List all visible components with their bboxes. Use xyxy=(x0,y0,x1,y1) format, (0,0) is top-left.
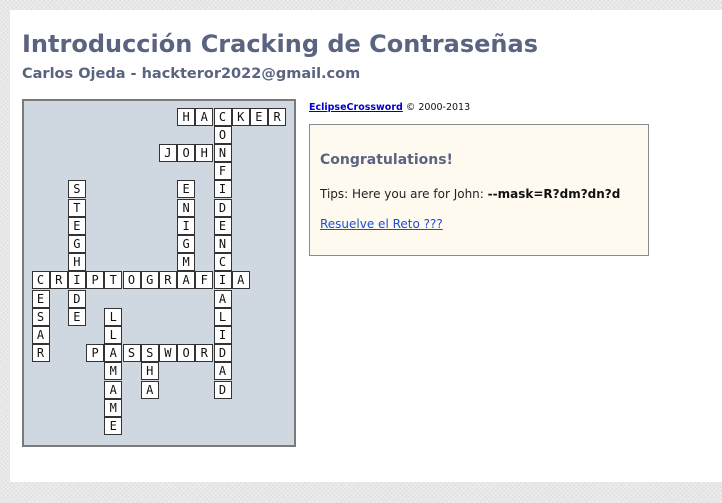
crossword-cell: O xyxy=(213,125,232,144)
crossword-cell: A xyxy=(177,271,196,290)
page-title: Introducción Cracking de Contraseñas xyxy=(22,30,538,58)
tips-prefix: Tips: Here you are for John: xyxy=(320,187,488,201)
crossword-cell: K xyxy=(231,107,250,126)
crossword-cell: N xyxy=(213,143,232,162)
crossword-cell: S xyxy=(122,344,141,363)
crossword-cell: R xyxy=(268,107,287,126)
crossword-cell: E xyxy=(213,216,232,235)
crossword-cell: E xyxy=(177,180,196,199)
crossword-cell: D xyxy=(213,380,232,399)
crossword-cell: W xyxy=(158,344,177,363)
crossword-cell: I xyxy=(177,216,196,235)
crossword-cell: N xyxy=(177,198,196,217)
crossword-cell: F xyxy=(195,271,214,290)
crossword-cell: G xyxy=(177,234,196,253)
crossword-cell: R xyxy=(195,344,214,363)
crossword-cell: G xyxy=(140,271,159,290)
crossword-cell: C xyxy=(31,271,50,290)
crossword-cell: P xyxy=(86,271,105,290)
crossword-cell: O xyxy=(177,143,196,162)
crossword-cell: G xyxy=(67,234,86,253)
crossword-cell: I xyxy=(213,180,232,199)
crossword-cell: R xyxy=(31,344,50,363)
crossword-cell: A xyxy=(213,289,232,308)
crossword-cell: A xyxy=(140,380,159,399)
crossword-cell: H xyxy=(67,253,86,272)
crossword-cell: T xyxy=(104,271,123,290)
crossword-cell: M xyxy=(177,253,196,272)
crossword-cell: P xyxy=(86,344,105,363)
crossword-cell: R xyxy=(158,271,177,290)
crossword-cell: C xyxy=(213,253,232,272)
crossword-cell: S xyxy=(140,344,159,363)
crossword-cell: A xyxy=(104,380,123,399)
congratulations-heading: Congratulations! xyxy=(320,152,453,168)
crossword-cell: E xyxy=(67,216,86,235)
crossword-cell: A xyxy=(195,107,214,126)
credit-line: EclipseCrossword © 2000-2013 xyxy=(309,102,470,113)
crossword-cell: A xyxy=(104,344,123,363)
crossword-cell: M xyxy=(104,398,123,417)
crossword-cell: N xyxy=(213,234,232,253)
crossword-cell: S xyxy=(67,180,86,199)
crossword-cell: E xyxy=(104,416,123,435)
crossword-cell: I xyxy=(213,325,232,344)
crossword-cell: H xyxy=(140,362,159,381)
crossword-cell: D xyxy=(213,344,232,363)
crossword-cell: J xyxy=(158,143,177,162)
crossword-cell: E xyxy=(67,307,86,326)
crossword-cell: D xyxy=(213,198,232,217)
crossword-cell: C xyxy=(213,107,232,126)
crossword-cell: I xyxy=(213,271,232,290)
resuelve-reto-link[interactable]: Resuelve el Reto ??? xyxy=(320,217,443,231)
copyright-text: © 2000-2013 xyxy=(405,102,471,113)
crossword-grid: HACKERJOHNOFIDENCIALIDADSTEGHIDEENIGMACR… xyxy=(22,99,296,447)
crossword-cell: E xyxy=(249,107,268,126)
crossword-cell: T xyxy=(67,198,86,217)
crossword-cell: D xyxy=(67,289,86,308)
page-subtitle: Carlos Ojeda - hackteror2022@gmail.com xyxy=(22,66,361,82)
crossword-cell: S xyxy=(31,307,50,326)
crossword-cell: L xyxy=(104,307,123,326)
crossword-cell: R xyxy=(49,271,68,290)
crossword-cell: H xyxy=(177,107,196,126)
page: Introducción Cracking de Contraseñas Car… xyxy=(10,10,722,482)
tips-text: Tips: Here you are for John: --mask=R?dm… xyxy=(320,187,620,201)
eclipsecrossword-link[interactable]: EclipseCrossword xyxy=(309,102,403,113)
crossword-cell: I xyxy=(67,271,86,290)
crossword-cell: A xyxy=(31,325,50,344)
crossword-cell: A xyxy=(213,362,232,381)
tips-mask-value: --mask=R?dm?dn?d xyxy=(487,187,621,201)
crossword-cell: L xyxy=(213,307,232,326)
crossword-cell: O xyxy=(177,344,196,363)
crossword-cell: M xyxy=(104,362,123,381)
crossword-cell: O xyxy=(122,271,141,290)
crossword-cell: A xyxy=(231,271,250,290)
crossword-cell: F xyxy=(213,162,232,181)
result-panel: Congratulations! Tips: Here you are for … xyxy=(309,124,649,256)
crossword-cell: E xyxy=(31,289,50,308)
crossword-cell: H xyxy=(195,143,214,162)
crossword-cell: L xyxy=(104,325,123,344)
